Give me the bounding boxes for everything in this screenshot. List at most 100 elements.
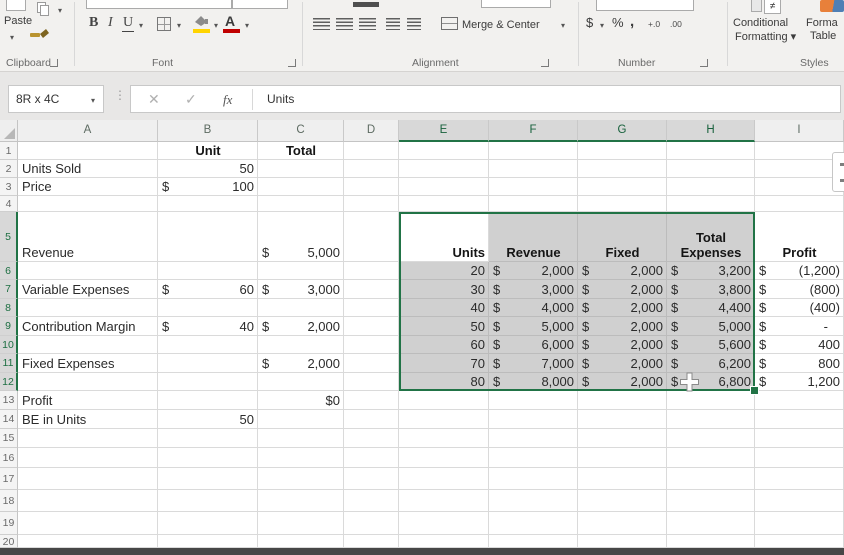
formula-input-value[interactable]: Units — [267, 92, 294, 106]
cell-E6[interactable]: 20 — [399, 262, 489, 280]
cell-B8[interactable] — [158, 299, 258, 317]
cell-G19[interactable] — [578, 512, 667, 535]
row-header-12[interactable]: 12 — [0, 373, 18, 391]
align-right-icon[interactable] — [359, 18, 376, 30]
cell-A17[interactable] — [18, 468, 158, 490]
cell-F17[interactable] — [489, 468, 578, 490]
row-header-3[interactable]: 3 — [0, 178, 18, 196]
row-header-6[interactable]: 6 — [0, 262, 18, 280]
cell-D2[interactable] — [344, 160, 399, 178]
cell-G18[interactable] — [578, 490, 667, 512]
cell-A14[interactable]: BE in Units — [18, 410, 158, 429]
row-header-10[interactable]: 10 — [0, 336, 18, 354]
cell-G11[interactable]: $2,000 — [578, 354, 667, 373]
cell-B4[interactable] — [158, 196, 258, 212]
cell-C16[interactable] — [258, 448, 344, 468]
cell-C12[interactable] — [258, 373, 344, 391]
cell-F11[interactable]: $7,000 — [489, 354, 578, 373]
cell-D20[interactable] — [344, 535, 399, 548]
align-center-icon[interactable] — [336, 18, 353, 30]
cell-E4[interactable] — [399, 196, 489, 212]
row-header-16[interactable]: 16 — [0, 448, 18, 468]
cell-G2[interactable] — [578, 160, 667, 178]
col-header-F[interactable]: F — [489, 120, 578, 142]
formula-bar[interactable]: ✕ ✓ fx Units — [130, 85, 841, 113]
cell-H10[interactable]: $5,600 — [667, 336, 755, 354]
cancel-icon[interactable]: ✕ — [148, 91, 160, 108]
cell-B19[interactable] — [158, 512, 258, 535]
borders-caret-icon[interactable]: ▾ — [177, 22, 181, 30]
cell-G12[interactable]: $2,000 — [578, 373, 667, 391]
font-color-caret-icon[interactable]: ▾ — [245, 22, 249, 30]
cell-C9[interactable]: $2,000 — [258, 317, 344, 336]
cell-C13[interactable]: $0 — [258, 391, 344, 410]
cell-F6[interactable]: $2,000 — [489, 262, 578, 280]
row-header-2[interactable]: 2 — [0, 160, 18, 178]
cell-I13[interactable] — [755, 391, 844, 410]
cell-A5[interactable]: Revenue — [18, 212, 158, 262]
cell-B11[interactable] — [158, 354, 258, 373]
cell-D15[interactable] — [344, 429, 399, 448]
cell-G17[interactable] — [578, 468, 667, 490]
cell-F1[interactable] — [489, 142, 578, 160]
cell-A11[interactable]: Fixed Expenses — [18, 354, 158, 373]
cell-G5[interactable]: Fixed — [578, 212, 667, 262]
cell-I8[interactable]: $ (400) — [755, 299, 844, 317]
cell-F16[interactable] — [489, 448, 578, 468]
copy-icon[interactable] — [40, 5, 49, 16]
cell-G4[interactable] — [578, 196, 667, 212]
cell-H18[interactable] — [667, 490, 755, 512]
cell-I10[interactable]: $400 — [755, 336, 844, 354]
cell-F19[interactable] — [489, 512, 578, 535]
col-header-H[interactable]: H — [667, 120, 755, 142]
cell-A6[interactable] — [18, 262, 158, 280]
cell-D12[interactable] — [344, 373, 399, 391]
cell-H11[interactable]: $6,200 — [667, 354, 755, 373]
decrease-indent-icon[interactable] — [386, 18, 400, 30]
number-dialog-launcher-icon[interactable] — [700, 59, 708, 67]
row-header-11[interactable]: 11 — [0, 354, 18, 373]
cell-H17[interactable] — [667, 468, 755, 490]
cell-G20[interactable] — [578, 535, 667, 548]
cell-F10[interactable]: $6,000 — [489, 336, 578, 354]
font-name-box-fragment[interactable] — [86, 0, 232, 9]
cell-F20[interactable] — [489, 535, 578, 548]
cell-B12[interactable] — [158, 373, 258, 391]
cell-F2[interactable] — [489, 160, 578, 178]
cell-H16[interactable] — [667, 448, 755, 468]
cell-F14[interactable] — [489, 410, 578, 429]
cell-H5[interactable]: Total Expenses — [667, 212, 755, 262]
alignment-dialog-launcher-icon[interactable] — [541, 59, 549, 67]
cell-C6[interactable] — [258, 262, 344, 280]
insert-function-icon[interactable]: fx — [223, 92, 232, 108]
fill-handle[interactable] — [750, 386, 759, 395]
cell-H19[interactable] — [667, 512, 755, 535]
cell-E5[interactable]: Units — [399, 212, 489, 262]
cell-C4[interactable] — [258, 196, 344, 212]
cell-C1[interactable]: Total — [258, 142, 344, 160]
borders-icon[interactable] — [157, 17, 171, 31]
row-header-17[interactable]: 17 — [0, 468, 18, 490]
decrease-decimal-icon[interactable]: .00 — [670, 19, 682, 29]
cell-A2[interactable]: Units Sold — [18, 160, 158, 178]
cell-E16[interactable] — [399, 448, 489, 468]
cell-G13[interactable] — [578, 391, 667, 410]
cell-E13[interactable] — [399, 391, 489, 410]
format-as-table-button-line2[interactable]: Table — [810, 30, 836, 42]
cell-E12[interactable]: 80 — [399, 373, 489, 391]
cell-G14[interactable] — [578, 410, 667, 429]
cell-I14[interactable] — [755, 410, 844, 429]
cell-I6[interactable]: $ (1,200) — [755, 262, 844, 280]
row-header-4[interactable]: 4 — [0, 196, 18, 212]
cell-D16[interactable] — [344, 448, 399, 468]
cell-E7[interactable]: 30 — [399, 280, 489, 299]
font-color-icon[interactable]: A — [225, 13, 235, 29]
cell-A12[interactable] — [18, 373, 158, 391]
cell-I12[interactable]: $1,200 — [755, 373, 844, 391]
cell-C3[interactable] — [258, 178, 344, 196]
cell-C10[interactable] — [258, 336, 344, 354]
cell-B20[interactable] — [158, 535, 258, 548]
accounting-caret-icon[interactable]: ▾ — [600, 22, 604, 30]
cell-A10[interactable] — [18, 336, 158, 354]
cell-I1[interactable] — [755, 142, 844, 160]
